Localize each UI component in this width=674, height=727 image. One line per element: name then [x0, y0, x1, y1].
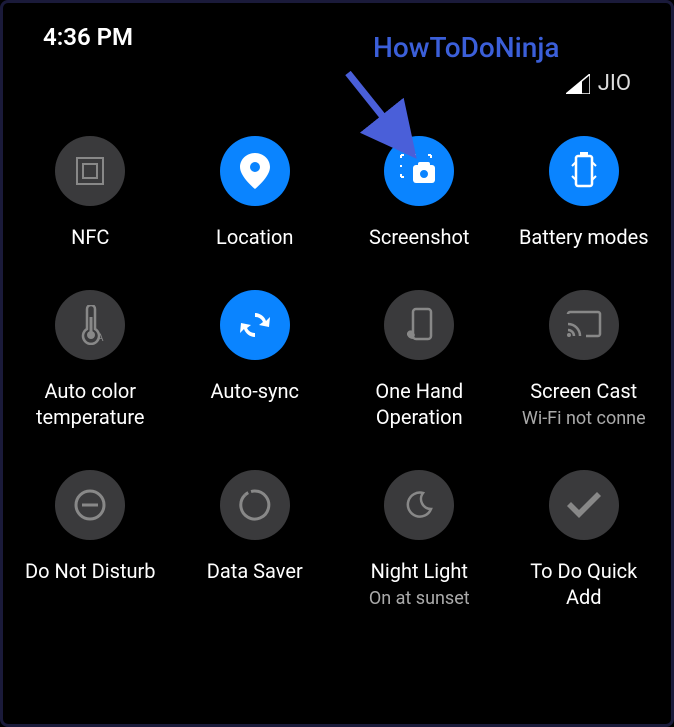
carrier-label: JIO — [598, 71, 631, 96]
signal-icon — [566, 74, 590, 94]
tile-label: Auto-sync — [210, 378, 299, 404]
annotation-arrow-icon — [323, 63, 433, 173]
tile-label: Do Not Disturb — [25, 558, 156, 584]
tile-label: Battery modes — [519, 224, 649, 250]
data-saver-icon — [220, 470, 290, 540]
nfc-icon — [55, 136, 125, 206]
tile-label: Location — [216, 224, 293, 250]
checkmark-icon — [549, 470, 619, 540]
thermometer-icon: A — [55, 290, 125, 360]
sync-icon — [220, 290, 290, 360]
tile-label: One Hand Operation — [375, 378, 463, 430]
tile-night-light[interactable]: Night Light On at sunset — [342, 470, 497, 610]
tile-label: Screen Cast — [530, 378, 637, 404]
tile-nfc[interactable]: NFC — [13, 136, 168, 250]
quick-settings-grid: NFC Location Screenshot — [3, 116, 671, 630]
tile-label: Night Light — [371, 558, 468, 584]
tile-location[interactable]: Location — [178, 136, 333, 250]
annotation-text: HowToDoNinja — [373, 31, 559, 64]
cast-icon — [549, 290, 619, 360]
tile-battery-modes[interactable]: Battery modes — [507, 136, 662, 250]
tile-todo-quick-add[interactable]: To Do Quick Add — [507, 470, 662, 610]
tile-label: Data Saver — [207, 558, 303, 584]
tile-one-hand-operation[interactable]: One Hand Operation — [342, 290, 497, 430]
battery-icon — [549, 136, 619, 206]
status-bar: 4:36 PM — [3, 3, 671, 61]
moon-icon — [384, 470, 454, 540]
one-hand-icon — [384, 290, 454, 360]
tile-screen-cast[interactable]: Screen Cast Wi-Fi not conne — [507, 290, 662, 430]
time-label: 4:36 PM — [43, 23, 133, 51]
tile-label: To Do Quick Add — [530, 558, 637, 610]
location-icon — [220, 136, 290, 206]
tile-auto-sync[interactable]: Auto-sync — [178, 290, 333, 430]
tile-data-saver[interactable]: Data Saver — [178, 470, 333, 610]
dnd-icon — [55, 470, 125, 540]
tile-sublabel: Wi-Fi not conne — [522, 408, 646, 429]
svg-text:A: A — [97, 333, 104, 344]
tile-label: Auto color temperature — [36, 378, 145, 430]
tile-label: Screenshot — [369, 224, 469, 250]
tile-do-not-disturb[interactable]: Do Not Disturb — [13, 470, 168, 610]
tile-auto-color-temperature[interactable]: A Auto color temperature — [13, 290, 168, 430]
tile-label: NFC — [71, 224, 109, 250]
tile-sublabel: On at sunset — [369, 588, 470, 609]
